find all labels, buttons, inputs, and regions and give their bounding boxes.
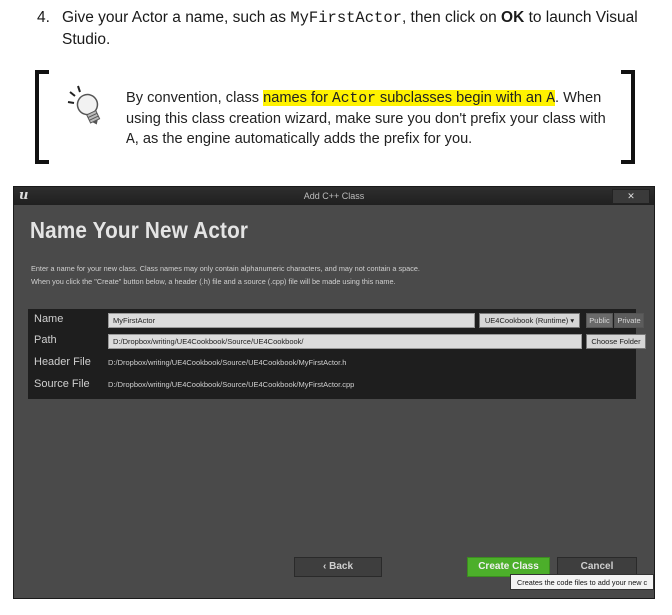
dialog-titlebar[interactable]: u Add C++ Class ✕ — [14, 187, 654, 205]
tip-hl-text-2: subclasses begin with an — [375, 90, 547, 106]
dialog-window-title: Add C++ Class — [303, 191, 365, 201]
dialog-description: Enter a name for your new class. Class n… — [31, 263, 631, 288]
back-button[interactable]: ‹ Back — [294, 557, 382, 577]
name-input[interactable]: MyFirstActor — [108, 313, 475, 328]
header-file-value: D:/Dropbox/writing/UE4Cookbook/Source/UE… — [108, 358, 347, 367]
name-label: Name — [34, 313, 64, 325]
public-toggle[interactable]: Public — [586, 313, 613, 328]
class-settings-panel: Name MyFirstActor UE4Cookbook (Runtime) … — [28, 309, 646, 399]
step-code-example: MyFirstActor — [290, 9, 402, 27]
tip-bracket-right — [621, 70, 635, 164]
lightbulb-icon — [67, 85, 101, 125]
tip-text: By convention, class names for Actor sub… — [126, 88, 606, 150]
tip-hl-code-a: A — [546, 91, 555, 107]
source-file-label: Source File — [34, 378, 90, 390]
unreal-logo-icon: u — [19, 188, 29, 203]
step-ok-bold: OK — [501, 9, 525, 26]
tip-line2-code: A — [126, 132, 135, 148]
tip-bracket-left — [35, 70, 49, 164]
path-label: Path — [34, 334, 57, 346]
module-select[interactable]: UE4Cookbook (Runtime) ▾ — [479, 313, 580, 328]
close-button[interactable]: ✕ — [612, 189, 650, 204]
path-input[interactable]: D:/Dropbox/writing/UE4Cookbook/Source/UE… — [108, 334, 582, 349]
description-line-1: Enter a name for your new class. Class n… — [31, 264, 420, 273]
tip-line2-part-2: , as the engine automatically adds the p… — [134, 131, 473, 147]
add-class-dialog: u Add C++ Class ✕ Name Your New Actor En… — [13, 186, 655, 599]
step-text-1: Give your Actor a name, such as — [62, 9, 291, 26]
tip-hl-text-1: names for — [263, 90, 333, 106]
step-instruction: 4. Give your Actor a name, such as MyFir… — [37, 7, 662, 51]
tip-part-2: . — [554, 90, 560, 106]
tip-hl-code-actor: Actor — [332, 91, 376, 107]
header-file-label: Header File — [34, 356, 91, 368]
private-toggle[interactable]: Private — [614, 313, 644, 328]
tip-part-1: By convention, class — [126, 90, 264, 106]
step-text-2: , then click on — [401, 9, 502, 26]
tip-highlight: names for Actor subclasses begin with an… — [263, 90, 555, 107]
step-number: 4. — [37, 9, 50, 26]
source-file-value: D:/Dropbox/writing/UE4Cookbook/Source/UE… — [108, 380, 355, 389]
choose-folder-button[interactable]: Choose Folder — [586, 334, 646, 349]
create-tooltip: Creates the code files to add your new c — [510, 574, 654, 590]
dialog-heading: Name Your New Actor — [30, 217, 249, 243]
description-line-2: When you click the "Create" button below… — [31, 276, 396, 286]
